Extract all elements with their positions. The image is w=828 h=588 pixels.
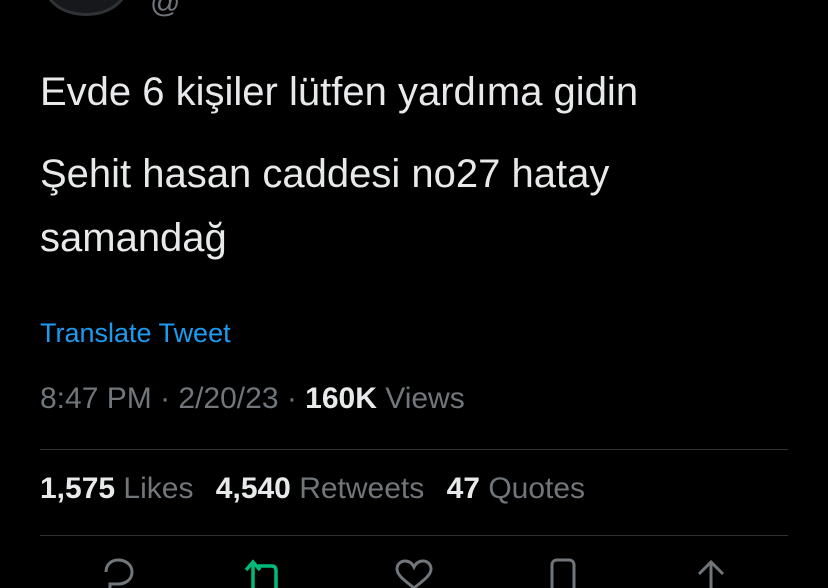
quotes-stat[interactable]: 47 Quotes: [447, 472, 585, 505]
retweet-button[interactable]: [244, 558, 284, 588]
retweets-count: 4,540: [215, 472, 291, 505]
retweets-stat[interactable]: 4,540 Retweets: [216, 472, 424, 505]
retweet-icon: [244, 558, 284, 588]
meta-separator-1: ·: [151, 382, 179, 415]
likes-count: 1,575: [40, 472, 116, 505]
quotes-label: Quotes: [479, 472, 586, 505]
reply-button[interactable]: [100, 558, 136, 588]
meta-separator-2: ·: [278, 382, 306, 415]
action-bar: [0, 558, 828, 588]
tweet-time[interactable]: 8:47 PM: [40, 382, 152, 415]
like-icon: [394, 558, 434, 588]
tweet-text-line-3: samandağ: [40, 216, 227, 260]
views-count: 160K: [305, 382, 377, 415]
divider: [40, 449, 788, 450]
bookmark-button[interactable]: [548, 558, 578, 588]
tweet-text-line-1: Evde 6 kişiler lütfen yardıma gidin: [40, 70, 639, 114]
views-label: Views: [376, 382, 465, 415]
author-avatar[interactable]: [44, 0, 128, 16]
share-icon: [694, 558, 728, 588]
reply-icon: [100, 558, 136, 588]
retweets-label: Retweets: [290, 472, 425, 505]
likes-stat[interactable]: 1,575 Likes: [40, 472, 193, 505]
tweet-text-line-2: Şehit hasan caddesi no27 hatay: [40, 152, 610, 196]
share-button[interactable]: [694, 558, 728, 588]
quotes-count: 47: [446, 472, 480, 505]
bookmark-icon: [548, 558, 578, 588]
translate-tweet-link[interactable]: Translate Tweet: [40, 318, 231, 349]
engagement-stats: 1,575 Likes 4,540 Retweets 47 Quotes: [40, 472, 599, 506]
like-button[interactable]: [394, 558, 434, 588]
likes-label: Likes: [115, 472, 194, 505]
author-handle[interactable]: @: [150, 0, 180, 20]
tweet-metadata: 8:47 PM · 2/20/23 · 160K Views: [40, 382, 465, 416]
divider: [40, 535, 788, 536]
tweet-date[interactable]: 2/20/23: [178, 382, 278, 415]
